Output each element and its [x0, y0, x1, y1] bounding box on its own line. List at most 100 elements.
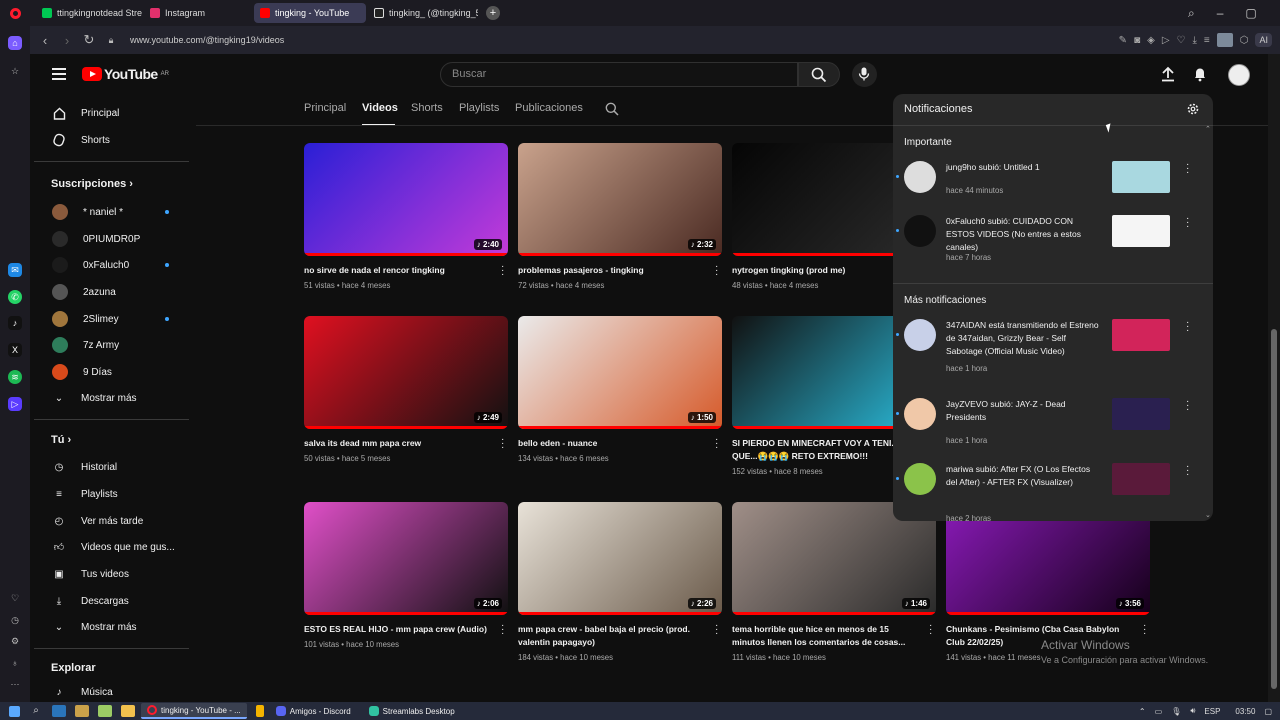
- video-card[interactable]: ♪ 2:49 salva its dead mm papa crew 50 vist…: [304, 316, 508, 463]
- sidebar-item-music[interactable]: ♪ Música: [52, 685, 113, 699]
- video-thumbnail[interactable]: ♪ 2:40: [304, 143, 508, 256]
- more-options-icon[interactable]: ···: [1186, 318, 1190, 336]
- tab-principal[interactable]: Principal: [304, 102, 346, 114]
- panel-scroll-down-icon[interactable]: ⌄: [1205, 511, 1211, 519]
- camera-icon[interactable]: ◙: [1134, 35, 1140, 46]
- more-options-icon[interactable]: ···: [715, 621, 719, 639]
- home-icon[interactable]: ⌂: [8, 36, 22, 50]
- download-icon[interactable]: ⤓: [1192, 35, 1196, 46]
- history-icon[interactable]: ◷: [8, 613, 22, 627]
- maximize-icon[interactable]: ▢: [1245, 6, 1256, 20]
- more-options-icon[interactable]: ···: [1186, 462, 1190, 480]
- notification-item[interactable]: 0xFaluch0 subió: CUIDADO CON ESTOS VIDEO…: [893, 214, 1213, 275]
- tiktok-icon[interactable]: ♪: [8, 316, 22, 330]
- search-input[interactable]: Buscar: [440, 62, 798, 87]
- panel-scroll-up-icon[interactable]: ⌃: [1205, 125, 1211, 133]
- sidebar-item-playlists[interactable]: ≡ Playlists: [52, 487, 118, 501]
- video-card[interactable]: ♪ 2:40 no sirve de nada el rencor tingkin…: [304, 143, 508, 290]
- sidebar-item-shorts[interactable]: Shorts: [52, 133, 110, 147]
- more-icon[interactable]: ···: [8, 677, 22, 691]
- player-icon[interactable]: ▷: [8, 397, 22, 411]
- notification-settings-gear-icon[interactable]: [1186, 102, 1200, 116]
- browser-tab[interactable]: ttingkingnotdead Stream: [36, 3, 142, 23]
- video-card[interactable]: ♪ 2:26 mm papa crew - babel baja el preci…: [518, 502, 722, 662]
- video-thumbnail[interactable]: ♪ 1:50: [518, 316, 722, 429]
- sidebar-subscription-item[interactable]: * naniel *: [52, 204, 123, 220]
- reload-icon[interactable]: ↻: [78, 32, 100, 48]
- url-field[interactable]: www.youtube.com/@tingking19/videos: [130, 35, 284, 45]
- settings-icon[interactable]: ⚙: [8, 634, 22, 648]
- video-title[interactable]: ESTO ES REAL HIJO - mm papa crew (Audio): [304, 623, 492, 636]
- edit-icon[interactable]: ✎: [1119, 35, 1127, 46]
- clock[interactable]: 03:50: [1235, 707, 1255, 716]
- video-title[interactable]: SI PIERDO EN MINECRAFT VOY A TENI... QUE…: [732, 437, 920, 463]
- channel-search-icon[interactable]: [605, 102, 619, 116]
- more-options-icon[interactable]: ···: [929, 621, 933, 639]
- sidebar-show-more-you[interactable]: ⌄ Mostrar más: [52, 620, 137, 634]
- search-button[interactable]: [798, 62, 840, 87]
- pinned-app-icon[interactable]: [98, 705, 112, 717]
- notification-item[interactable]: 347AIDAN está transmitiendo el Estreno d…: [893, 318, 1213, 379]
- sidebar-subscription-item[interactable]: 0PIUMDR0P: [52, 231, 140, 247]
- sidebar-item-history[interactable]: ◷ Historial: [52, 460, 118, 474]
- forward-icon[interactable]: ›: [56, 33, 78, 48]
- video-card[interactable]: ♪ 1:46 tema horrible que hice en menos de…: [732, 502, 936, 662]
- back-icon[interactable]: ‹: [34, 33, 56, 48]
- ai-button[interactable]: AI: [1255, 33, 1272, 47]
- spotify-icon[interactable]: ≋: [8, 370, 22, 384]
- browser-tab[interactable]: tingking_ (@tingking_5) |: [368, 3, 478, 23]
- more-options-icon[interactable]: ···: [501, 621, 505, 639]
- notifications-bell-icon[interactable]: [1193, 66, 1207, 82]
- more-options-icon[interactable]: ···: [715, 435, 719, 453]
- messenger-icon[interactable]: ✉: [8, 263, 22, 277]
- pinned-app-icon[interactable]: [75, 705, 89, 717]
- sidebar-item-your-videos[interactable]: ▣ Tus videos: [52, 567, 129, 581]
- heart-icon[interactable]: ♡: [8, 591, 22, 605]
- sidebar-heading-subscriptions[interactable]: Suscripciones ›: [51, 178, 133, 190]
- volume-icon[interactable]: 🔊︎: [1190, 706, 1195, 716]
- heart-icon[interactable]: ♡: [1177, 35, 1186, 46]
- sidebar-item-liked[interactable]: 👍︎ Videos que me gus...: [52, 540, 175, 554]
- tab-shorts[interactable]: Shorts: [411, 102, 443, 114]
- notification-item[interactable]: JayZVEVO subió: JAY-Z - Dead Presidents h…: [893, 397, 1213, 458]
- video-title[interactable]: no sirve de nada el rencor tingking: [304, 264, 492, 277]
- browser-tab-active[interactable]: tingking - YouTube: [254, 3, 366, 23]
- sidebar-subscription-item[interactable]: 2Slimey: [52, 311, 119, 327]
- browser-tab[interactable]: Instagram: [144, 3, 252, 23]
- scrollbar-thumb[interactable]: [1271, 329, 1277, 689]
- video-thumbnail[interactable]: ♪ 2:06: [304, 502, 508, 615]
- more-options-icon[interactable]: ···: [715, 262, 719, 280]
- more-options-icon[interactable]: ···: [1143, 621, 1147, 639]
- youtube-logo[interactable]: YouTube AR: [82, 66, 169, 82]
- video-thumbnail[interactable]: ♪ 2:26: [518, 502, 722, 615]
- sidebar-show-more-subs[interactable]: ⌄ Mostrar más: [52, 391, 137, 405]
- more-options-icon[interactable]: ···: [501, 435, 505, 453]
- notification-item[interactable]: mariwa subió: After FX (O Los Efectos de…: [893, 462, 1213, 521]
- video-title[interactable]: salva its dead mm papa crew: [304, 437, 492, 450]
- more-options-icon[interactable]: ···: [1186, 160, 1190, 178]
- whatsapp-icon[interactable]: ✆: [8, 290, 22, 304]
- profile-avatar[interactable]: [1216, 33, 1233, 47]
- video-card[interactable]: ♪ 1:50 bello eden - nuance 134 vistas • ha…: [518, 316, 722, 463]
- sidebar-subscription-item[interactable]: 0xFaluch0: [52, 257, 129, 273]
- star-icon[interactable]: ☆: [8, 64, 22, 78]
- video-title[interactable]: nytrogen tingking (prod me): [732, 264, 920, 277]
- taskbar-app-discord[interactable]: Amigos - Discord: [270, 703, 357, 719]
- shield-icon[interactable]: ◈: [1147, 35, 1155, 46]
- video-title[interactable]: bello eden - nuance: [518, 437, 706, 450]
- sidebar-subscription-item[interactable]: 7z Army: [52, 337, 119, 353]
- sidebar-subscription-item[interactable]: 9 Días: [52, 364, 112, 380]
- notification-item[interactable]: jung9ho subió: Untitled 1 hace 44 minutos…: [893, 160, 1213, 221]
- minimize-icon[interactable]: –: [1217, 6, 1224, 20]
- video-card[interactable]: ♪ 2:32 problemas pasajeros - tingking 72 v…: [518, 143, 722, 290]
- search-icon[interactable]: ⌕: [29, 705, 43, 717]
- x-icon[interactable]: X: [8, 343, 22, 357]
- video-thumbnail[interactable]: ♪ 2:32: [518, 143, 722, 256]
- upload-icon[interactable]: [1161, 66, 1175, 82]
- file-explorer-icon[interactable]: [121, 705, 135, 717]
- sidebar-subscription-item[interactable]: 2azuna: [52, 284, 116, 300]
- tab-publicaciones[interactable]: Publicaciones: [515, 102, 583, 114]
- page-scrollbar[interactable]: [1268, 54, 1280, 702]
- send-icon[interactable]: ▷: [1162, 35, 1170, 46]
- menu-icon[interactable]: ≡: [1204, 35, 1210, 46]
